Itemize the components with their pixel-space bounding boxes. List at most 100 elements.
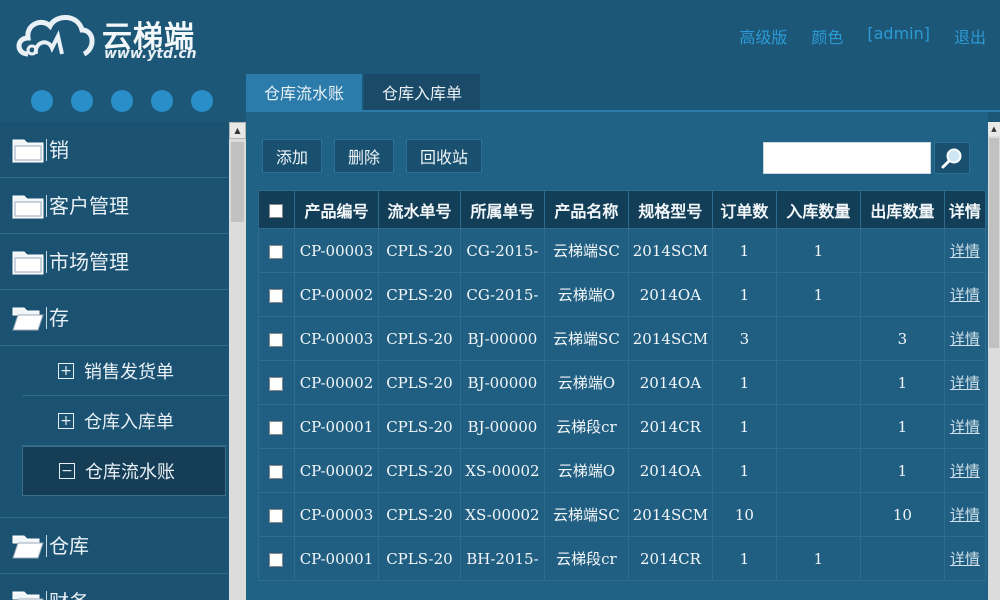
- col-header[interactable]: 入库数量: [775, 190, 861, 229]
- scroll-up-icon[interactable]: ▲: [229, 122, 246, 139]
- scroll-up-icon[interactable]: ▲: [988, 122, 1000, 136]
- table-cell: 1: [775, 272, 861, 317]
- table-row[interactable]: CP-00001 CPLS-20 BJ-00000 云梯段cr 2014CR 1 1 详情: [258, 404, 987, 449]
- col-header[interactable]: 规格型号: [627, 190, 713, 229]
- row-checkbox[interactable]: [269, 244, 284, 259]
- row-checkbox[interactable]: [269, 508, 284, 523]
- sidebar-category-label: 存: [46, 306, 69, 329]
- table-cell: 云梯端O: [543, 360, 629, 405]
- col-header[interactable]: 出库数量: [859, 190, 945, 229]
- recycle-bin-button[interactable]: 回收站: [406, 139, 483, 173]
- table-header-row: 产品编号 流水单号 所属单号 产品名称 规格型号 订单数 入库数量 出库数量 详…: [258, 190, 987, 229]
- row-checkbox[interactable]: [269, 420, 284, 435]
- sidebar-category-warehouse[interactable]: 仓库: [0, 518, 228, 574]
- sidebar-category-finance[interactable]: 财务: [0, 574, 228, 600]
- collapse-minus-icon[interactable]: −: [59, 463, 75, 479]
- tab-warehouse-ledger[interactable]: 仓库流水账: [246, 74, 363, 110]
- table-row[interactable]: CP-00002 CPLS-20 CG-2015- 云梯端O 2014OA 1 1 详情: [258, 272, 987, 317]
- row-select-cell[interactable]: [258, 316, 295, 361]
- table-body: CP-00003 CPLS-20 CG-2015- 云梯端SC 2014SCM 1 1 详情 C…: [258, 228, 987, 581]
- table-row[interactable]: CP-00001 CPLS-20 BH-2015- 云梯段cr 2014CR 1 1 详情: [258, 536, 987, 581]
- sidebar-category-label: 销: [46, 138, 69, 161]
- table-row[interactable]: CP-00003 CPLS-20 CG-2015- 云梯端SC 2014SCM 1 1 详情: [258, 228, 987, 273]
- sidebar-item-sales-delivery[interactable]: + 销售发货单: [22, 346, 228, 396]
- detail-link[interactable]: 详情: [943, 404, 987, 449]
- row-checkbox[interactable]: [269, 464, 284, 479]
- sidebar-item-label: 仓库入库单: [84, 411, 174, 433]
- table-cell: 1: [711, 404, 777, 449]
- nav-logout-link[interactable]: 退出: [954, 24, 986, 48]
- search-input[interactable]: [763, 142, 931, 174]
- table-cell: 2014OA: [627, 272, 713, 317]
- sidebar-item-warehouse-inbound[interactable]: + 仓库入库单: [22, 396, 228, 446]
- expand-plus-icon[interactable]: +: [58, 362, 74, 379]
- row-select-cell[interactable]: [258, 536, 295, 581]
- delete-button[interactable]: 删除: [334, 139, 395, 173]
- table-cell: 1: [775, 536, 861, 581]
- sidebar-category-sales[interactable]: 销: [0, 122, 228, 178]
- tab-warehouse-inbound[interactable]: 仓库入库单: [364, 74, 481, 110]
- detail-link[interactable]: 详情: [943, 360, 987, 405]
- select-all-checkbox[interactable]: [269, 203, 284, 218]
- row-checkbox[interactable]: [269, 376, 284, 391]
- cloud-logo-icon: [16, 15, 95, 57]
- col-header[interactable]: 详情: [943, 190, 987, 229]
- expand-plus-icon[interactable]: +: [58, 412, 74, 429]
- col-header[interactable]: 产品名称: [543, 190, 629, 229]
- nav-advanced-link[interactable]: 高级版: [739, 24, 787, 48]
- table-cell: 云梯端SC: [543, 228, 629, 273]
- table-cell: 2014SCM: [627, 228, 713, 273]
- dot: [71, 90, 93, 112]
- folder-closed-icon: [12, 195, 44, 218]
- table-cell: XS-00002: [459, 448, 545, 493]
- row-select-cell[interactable]: [258, 228, 295, 273]
- row-checkbox[interactable]: [269, 552, 284, 567]
- add-button[interactable]: 添加: [262, 139, 323, 173]
- scrollbar-thumb[interactable]: [989, 138, 999, 348]
- col-header[interactable]: 流水单号: [377, 190, 461, 229]
- scrollbar-thumb[interactable]: [231, 142, 244, 222]
- row-select-cell[interactable]: [258, 448, 295, 493]
- select-all-header[interactable]: [258, 190, 295, 229]
- logo[interactable]: 云梯端 www.ytd.cn: [14, 8, 214, 66]
- table-row[interactable]: CP-00003 CPLS-20 XS-00002 云梯端SC 2014SCM 10 10 详…: [258, 492, 987, 537]
- table-cell: CP-00002: [293, 360, 379, 405]
- table-row[interactable]: CP-00003 CPLS-20 BJ-00000 云梯端SC 2014SCM 3 3 详情: [258, 316, 987, 361]
- row-checkbox[interactable]: [269, 332, 284, 347]
- tab-bar: 仓库流水账 仓库入库单: [246, 74, 482, 110]
- sidebar-scrollbar[interactable]: ▲: [229, 122, 246, 600]
- row-select-cell[interactable]: [258, 360, 295, 405]
- sidebar-category-market[interactable]: 市场管理: [0, 234, 228, 290]
- row-checkbox[interactable]: [269, 288, 284, 303]
- detail-link[interactable]: 详情: [943, 272, 987, 317]
- detail-link[interactable]: 详情: [943, 316, 987, 361]
- table-cell: 2014OA: [627, 360, 713, 405]
- row-select-cell[interactable]: [258, 272, 295, 317]
- sidebar-category-customer[interactable]: 客户管理: [0, 178, 228, 234]
- row-select-cell[interactable]: [258, 492, 295, 537]
- table-row[interactable]: CP-00002 CPLS-20 XS-00002 云梯端O 2014OA 1 1 详情: [258, 448, 987, 493]
- detail-link[interactable]: 详情: [943, 536, 987, 581]
- detail-link[interactable]: 详情: [943, 492, 987, 537]
- nav-admin-link[interactable]: [admin]: [867, 24, 930, 48]
- detail-link[interactable]: 详情: [943, 448, 987, 493]
- sidebar-item-warehouse-ledger[interactable]: − 仓库流水账: [22, 446, 226, 496]
- search-icon: [941, 148, 962, 169]
- search-button[interactable]: [934, 142, 970, 174]
- dot-indicators: [31, 90, 213, 112]
- detail-link[interactable]: 详情: [943, 228, 987, 273]
- col-header[interactable]: 产品编号: [293, 190, 379, 229]
- sidebar-category-storage[interactable]: 存: [0, 290, 228, 346]
- nav-color-link[interactable]: 颜色: [811, 24, 843, 48]
- content-scrollbar[interactable]: ▲: [988, 122, 1000, 600]
- row-select-cell[interactable]: [258, 404, 295, 449]
- dot: [191, 90, 213, 112]
- sidebar-spacer: [0, 496, 228, 518]
- table-row[interactable]: CP-00002 CPLS-20 BJ-00000 云梯端O 2014OA 1 1 详情: [258, 360, 987, 405]
- col-header[interactable]: 所属单号: [459, 190, 545, 229]
- table-cell: XS-00002: [459, 492, 545, 537]
- table-cell: CG-2015-: [459, 272, 545, 317]
- table-cell: CP-00003: [293, 316, 379, 361]
- col-header[interactable]: 订单数: [711, 190, 777, 229]
- table-cell: CP-00002: [293, 448, 379, 493]
